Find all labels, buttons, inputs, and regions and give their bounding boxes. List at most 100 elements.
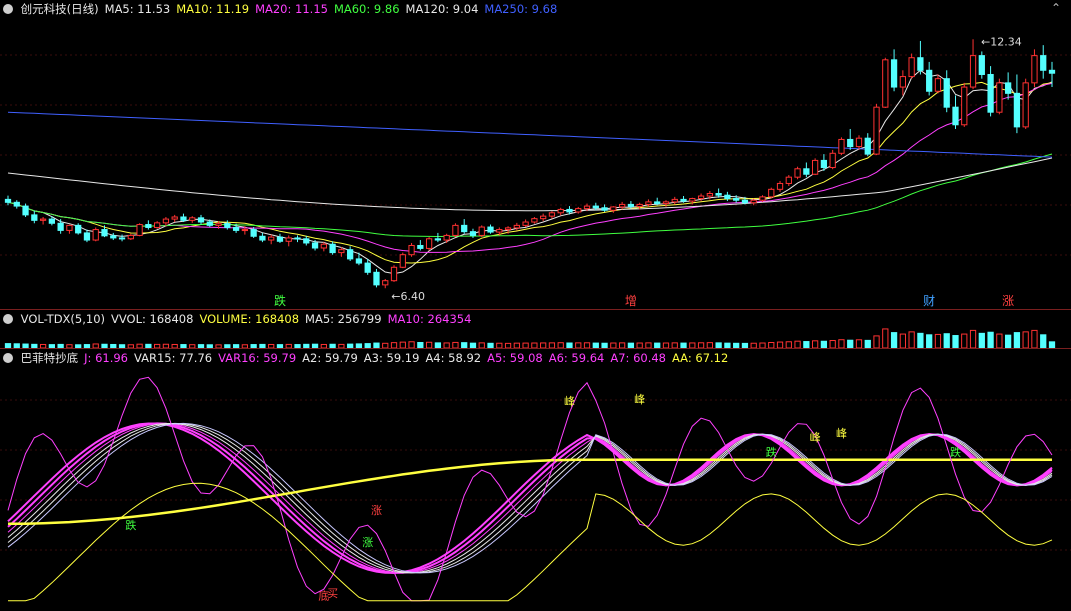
indicator-signal: 跌 [766, 445, 777, 459]
candle-body [776, 182, 784, 190]
price-panel-header: 创元科技(日线) MA5: 11.53 MA10: 11.19 MA20: 11.15… [0, 0, 563, 18]
candle-body [522, 221, 529, 226]
candle-body [259, 235, 266, 241]
candle-body [1022, 82, 1029, 128]
candle-body [768, 188, 775, 198]
candle-body [197, 217, 205, 223]
candle-body [241, 229, 249, 232]
price-event-marker: 财 [923, 294, 935, 308]
indicator-signal: 峰 [634, 393, 645, 406]
volume-bar [952, 335, 959, 349]
candle-body [548, 212, 556, 217]
candle-body [540, 215, 547, 220]
volume-bar [899, 333, 906, 349]
volume-bar [1013, 332, 1021, 349]
candle-body [311, 242, 319, 249]
candle-body [408, 244, 415, 256]
volume-bar [1005, 334, 1012, 349]
candle-body [566, 208, 573, 213]
candle-body [601, 207, 608, 211]
candle-body [189, 217, 196, 221]
price-legend-6: MA250: 9.68 [484, 2, 558, 16]
volume-bar [882, 328, 889, 349]
price-legend-3: MA20: 11.15 [255, 2, 328, 16]
candle-body [645, 201, 652, 205]
candle-body [978, 55, 985, 75]
candle-body [618, 203, 626, 208]
candle-body [92, 229, 99, 241]
candle-body [162, 218, 170, 224]
candle-body [969, 55, 977, 88]
candle-body [417, 244, 424, 249]
candle-body [145, 224, 152, 228]
candle-body [855, 137, 863, 148]
candle-body [329, 243, 336, 254]
divider [0, 309, 1071, 310]
candle-body [917, 57, 924, 71]
panel-menu-icon[interactable] [3, 353, 13, 363]
candle-body [531, 218, 538, 223]
candle-body [57, 222, 64, 231]
j-line [7, 376, 1053, 602]
candle-body [575, 208, 582, 213]
candle-body [83, 232, 91, 241]
candle-body [425, 238, 433, 249]
candle-body [399, 254, 406, 268]
indicator-legend-0: 巴菲特抄底 [20, 351, 79, 365]
volume-legend-3: MA5: 256799 [305, 312, 382, 326]
candle-body [171, 216, 178, 220]
volume-bar [996, 333, 1003, 349]
candle-body [943, 78, 950, 108]
candle-body [926, 69, 933, 92]
indicator-legend-9: A7: 60.48 [610, 351, 666, 365]
candle-body [934, 78, 942, 92]
divider [0, 348, 1071, 349]
candle-body [1040, 55, 1047, 71]
price-event-marker: 跌 [274, 293, 286, 308]
candle-body [461, 224, 468, 233]
price-legend-2: MA10: 11.19 [176, 2, 250, 16]
candle-body [820, 159, 828, 169]
indicator-signal: 跌 [125, 518, 136, 532]
candle-body [1031, 55, 1038, 84]
chevron-up-icon[interactable]: ⌃ [1051, 1, 1061, 15]
candle-body [899, 76, 906, 88]
var-line-yellow [8, 482, 1053, 602]
candle-body [671, 198, 678, 203]
candle-body [364, 262, 371, 273]
candle-body [794, 168, 801, 178]
volume-bar [794, 340, 801, 349]
volume-legend-0: VOL-TDX(5,10) [20, 312, 106, 326]
candle-body [268, 236, 275, 241]
candle-body [110, 235, 117, 239]
candle-body [733, 198, 740, 201]
volume-bar [926, 334, 933, 349]
price-event-marker: 增 [625, 294, 637, 308]
low-price-label: ←6.40 [391, 290, 425, 303]
candle-body [715, 193, 722, 196]
volume-bar [908, 331, 915, 349]
candle-body [232, 226, 240, 231]
volume-bar [1022, 331, 1029, 349]
volume-bar [934, 333, 942, 349]
candle-body [66, 224, 73, 231]
candle-body [154, 222, 161, 228]
candle-body [48, 218, 55, 224]
volume-bar [847, 339, 854, 349]
candle-body [680, 198, 687, 202]
candle-body [320, 243, 327, 249]
candle-body [610, 206, 617, 211]
candle-body [215, 223, 222, 226]
indicator-legend-7: A5: 59.08 [487, 351, 543, 365]
candle-body [452, 224, 459, 236]
panel-menu-icon[interactable] [3, 4, 13, 14]
candle-body [583, 205, 591, 210]
candle-body [1048, 69, 1056, 74]
candle-body [75, 224, 82, 234]
panel-menu-icon[interactable] [3, 314, 13, 324]
volume-panel-header: VOL-TDX(5,10) VVOL: 168408 VOLUME: 168408 M… [0, 310, 477, 328]
candle-body [706, 193, 713, 197]
candle-body [996, 82, 1003, 113]
candle-body [390, 266, 398, 282]
candle-body [882, 59, 889, 108]
